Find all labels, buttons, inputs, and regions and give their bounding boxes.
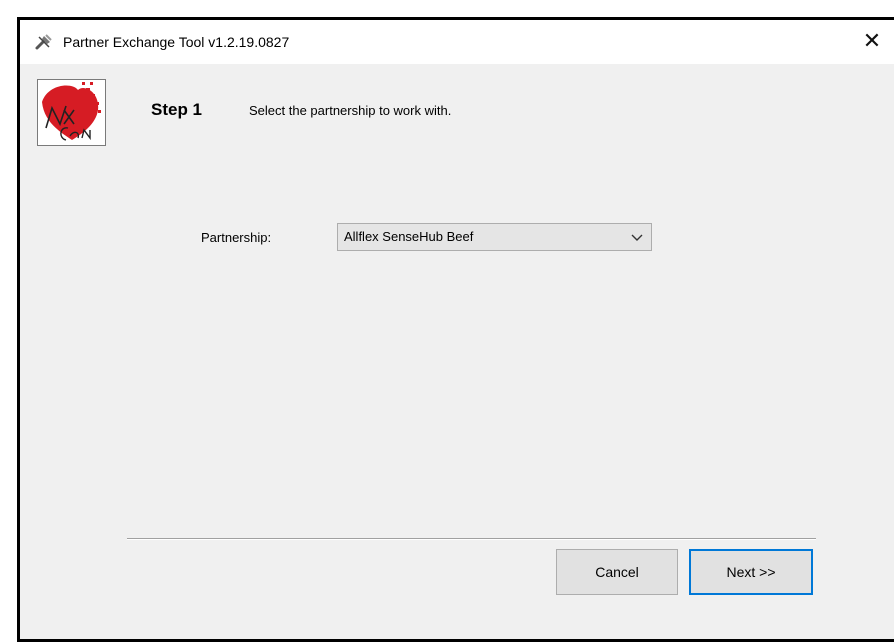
- tools-icon: [35, 34, 52, 50]
- cancel-button[interactable]: Cancel: [556, 549, 678, 595]
- title-bar[interactable]: Partner Exchange Tool v1.2.19.0827 ✕: [20, 20, 894, 64]
- window-title: Partner Exchange Tool v1.2.19.0827: [63, 34, 290, 50]
- partnership-dropdown[interactable]: Allflex SenseHub Beef: [337, 223, 652, 251]
- partnership-selected-value: Allflex SenseHub Beef: [344, 229, 474, 244]
- step-title: Step 1: [151, 100, 203, 119]
- step-description: Select the partnership to work with.: [249, 103, 452, 118]
- close-button[interactable]: ✕: [854, 20, 890, 64]
- partnership-label: Partnership:: [201, 230, 272, 245]
- footer-divider: [127, 538, 816, 540]
- close-icon: ✕: [862, 28, 882, 53]
- next-button[interactable]: Next >>: [689, 549, 813, 595]
- wizard-window: Partner Exchange Tool v1.2.19.0827 ✕ Ste…: [17, 17, 894, 642]
- company-logo: [37, 79, 106, 146]
- chevron-down-icon: [631, 234, 643, 241]
